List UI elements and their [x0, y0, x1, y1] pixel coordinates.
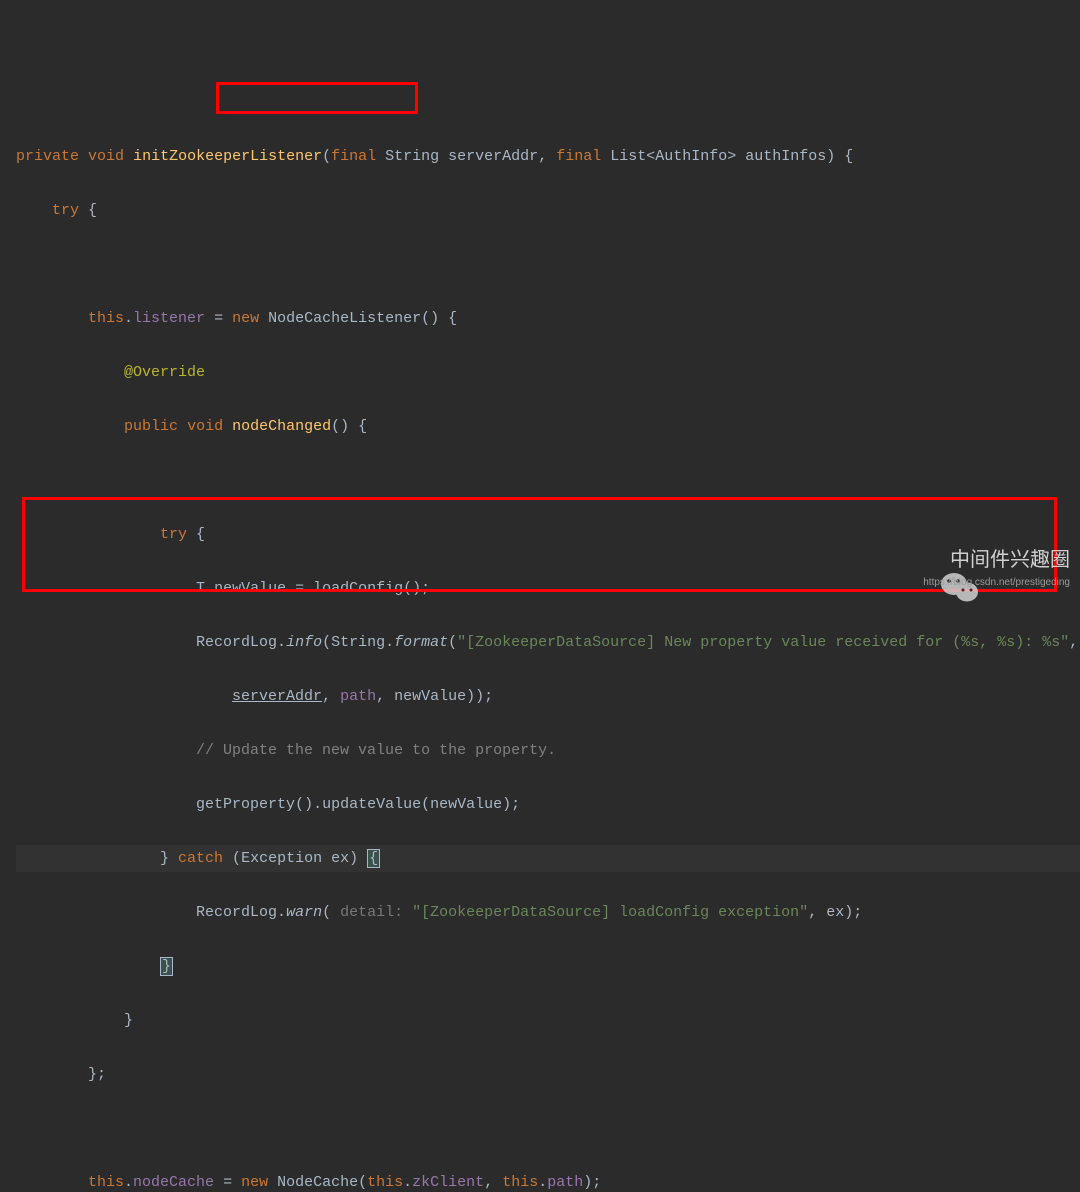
keyword-this: this [367, 1174, 403, 1191]
method-info: info [286, 634, 322, 651]
method-name: initZookeeperListener [133, 148, 322, 165]
keyword-this: this [502, 1174, 538, 1191]
param-serveraddr: serverAddr [448, 148, 538, 165]
class-recordlog: RecordLog [196, 634, 277, 651]
keyword-catch: catch [178, 850, 223, 867]
string-literal: "[ZookeeperDataSource] loadConfig except… [412, 904, 808, 921]
arg-ex: ex [826, 904, 844, 921]
call-updatevalue: updateValue [322, 796, 421, 813]
bracket-close: } [160, 957, 173, 976]
type-list: List<AuthInfo> [610, 148, 736, 165]
watermark: 中间件兴趣圈 [904, 542, 1070, 578]
field-listener: listener [133, 310, 205, 327]
call-loadconfig: loadConfig [313, 580, 403, 597]
arg-newvalue: newValue [430, 796, 502, 813]
string-literal: "[ZookeeperDataSource] New property valu… [457, 634, 1069, 651]
wechat-icon [904, 543, 944, 577]
keyword-final: final [556, 148, 601, 165]
method-nodechanged: nodeChanged [232, 418, 331, 435]
var-ex: ex [331, 850, 349, 867]
field-path: path [547, 1174, 583, 1191]
ref-serveraddr: serverAddr [232, 688, 322, 705]
keyword-try: try [52, 202, 79, 219]
type-nodecache: NodeCache [277, 1174, 358, 1191]
class-recordlog: RecordLog [196, 904, 277, 921]
var-newvalue: newValue [214, 580, 286, 597]
keyword-try: try [160, 526, 187, 543]
keyword-void: void [187, 418, 223, 435]
class-string: String [331, 634, 385, 651]
annotation-override: @Override [124, 364, 205, 381]
method-format: format [394, 634, 448, 651]
ref-newvalue: newValue [394, 688, 466, 705]
keyword-this: this [88, 310, 124, 327]
type-string: String [385, 148, 439, 165]
cursor-position[interactable]: { [367, 849, 380, 868]
keyword-final: final [331, 148, 376, 165]
type-nodecachelistener: NodeCacheListener [268, 310, 421, 327]
keyword-new: new [232, 310, 259, 327]
keyword-private: private [16, 148, 79, 165]
keyword-public: public [124, 418, 178, 435]
ref-path: path [340, 688, 376, 705]
call-getproperty: getProperty [196, 796, 295, 813]
method-warn: warn [286, 904, 322, 921]
type-t: T [196, 580, 205, 597]
watermark-url: https://blog.csdn.net/prestigeding [923, 574, 1070, 592]
keyword-this: this [88, 1174, 124, 1191]
param-hint: detail: [340, 904, 403, 921]
keyword-void: void [88, 148, 124, 165]
param-authinfos: authInfos [745, 148, 826, 165]
code-editor[interactable]: private void initZookeeperListener(final… [0, 108, 1080, 1192]
comment: // Update the new value to the property. [196, 742, 556, 759]
field-nodecache: nodeCache [133, 1174, 214, 1191]
type-exception: Exception [241, 850, 322, 867]
keyword-new: new [241, 1174, 268, 1191]
field-zkclient: zkClient [412, 1174, 484, 1191]
